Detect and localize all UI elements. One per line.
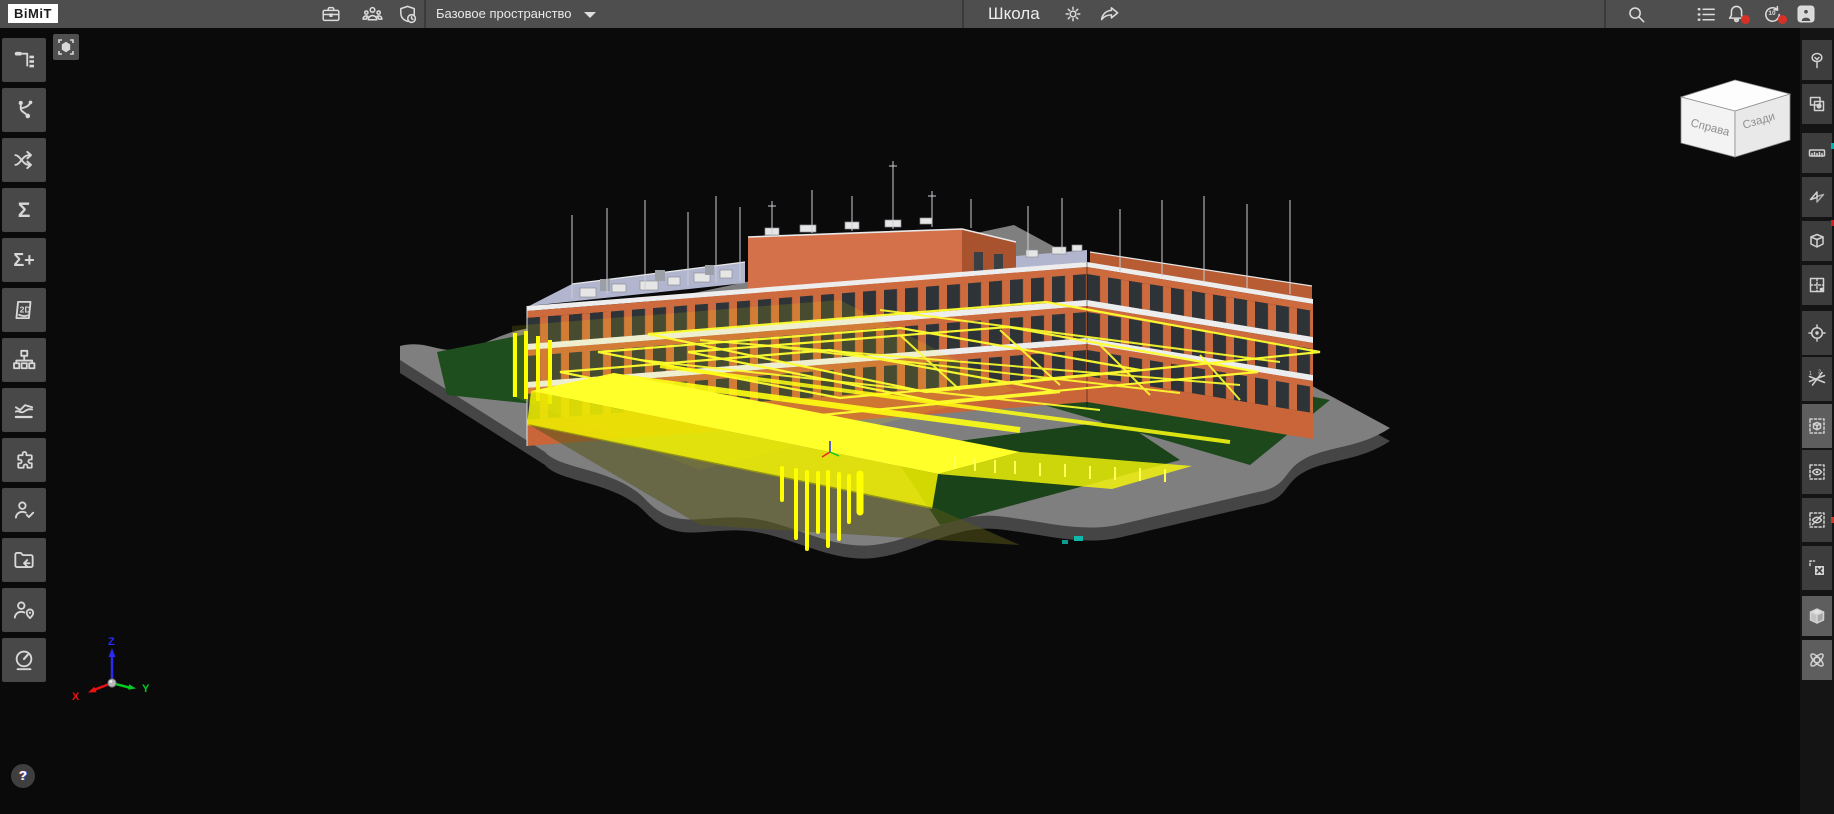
section-flash-button[interactable] <box>1802 177 1832 217</box>
top-bar: BiMiT Базовое пространство Школа <box>0 0 1834 28</box>
user-check-button[interactable] <box>2 488 46 532</box>
grid-axes-button[interactable]: 1 2 <box>1802 357 1832 401</box>
orbit-view-button[interactable] <box>1802 640 1832 680</box>
show-visible-button[interactable] <box>1802 450 1832 494</box>
capture-view-button[interactable] <box>1802 84 1832 124</box>
page-title: Школа <box>988 0 1040 28</box>
sheet-2d-glyph: 2D <box>20 305 31 315</box>
topbar-divider-right <box>1604 0 1606 28</box>
sum-add-button[interactable]: Σ+ <box>2 238 46 282</box>
workspace-selector[interactable]: Базовое пространство <box>436 0 572 28</box>
help-button[interactable]: ? <box>11 764 35 788</box>
fit-view-button[interactable] <box>53 34 79 60</box>
settings-gear-icon[interactable] <box>1061 3 1085 25</box>
shared-folder-button[interactable] <box>2 538 46 582</box>
axis-label-x: X <box>72 691 80 703</box>
relations-button[interactable] <box>2 88 46 132</box>
left-toolbar: Σ Σ+ 2D <box>0 28 48 814</box>
focus-target-button[interactable] <box>1802 311 1832 355</box>
nav-cube[interactable]: Справа Сзади <box>1681 80 1790 157</box>
clash-detection-button[interactable] <box>2 138 46 182</box>
user-location-button[interactable] <box>2 588 46 632</box>
search-icon[interactable] <box>1624 3 1648 25</box>
share-icon[interactable] <box>1097 3 1121 25</box>
right-toolbar: 1 2 <box>1800 28 1834 814</box>
license-clock-icon[interactable] <box>396 3 420 25</box>
environment-tree-button[interactable] <box>1802 40 1832 80</box>
sum-button[interactable]: Σ <box>2 188 46 232</box>
team-icon[interactable] <box>360 3 384 25</box>
app-logo[interactable]: BiMiT <box>8 4 58 23</box>
floor-plan-button[interactable] <box>1802 265 1832 305</box>
measure-ruler-button[interactable] <box>1802 133 1832 173</box>
viewport-3d[interactable]: Справа Сзади Z X Y <box>0 0 1834 814</box>
bell-badge <box>1741 15 1750 24</box>
hide-hidden-button[interactable] <box>1802 498 1832 542</box>
grid-axis-label-2: 2 <box>1818 370 1821 376</box>
topbar-divider <box>424 0 426 28</box>
isolate-selection-button[interactable] <box>1802 404 1832 448</box>
dashboard-button[interactable] <box>2 638 46 682</box>
solid-view-button[interactable] <box>1802 596 1832 636</box>
section-box-button[interactable] <box>1802 221 1832 261</box>
model-tree-button[interactable] <box>2 38 46 82</box>
remove-selection-button[interactable] <box>1802 546 1832 590</box>
sigma-glyph: Σ <box>18 200 31 221</box>
sigma-plus-glyph: Σ+ <box>13 251 34 269</box>
axis-label-z: Z <box>108 636 115 648</box>
sheet-2d-button[interactable]: 2D <box>2 288 46 332</box>
history-badge <box>1778 15 1787 24</box>
analytics-button[interactable] <box>2 388 46 432</box>
plugins-button[interactable] <box>2 438 46 482</box>
structure-button[interactable] <box>2 338 46 382</box>
briefcase-icon[interactable] <box>319 3 343 25</box>
user-avatar-icon[interactable] <box>1794 3 1818 25</box>
menu-list-icon[interactable] <box>1694 3 1718 25</box>
workspace-caret-icon[interactable] <box>584 12 596 18</box>
grid-axis-label-1: 1 <box>1809 371 1812 377</box>
axis-label-y: Y <box>142 683 150 695</box>
topbar-divider-center <box>962 0 964 28</box>
